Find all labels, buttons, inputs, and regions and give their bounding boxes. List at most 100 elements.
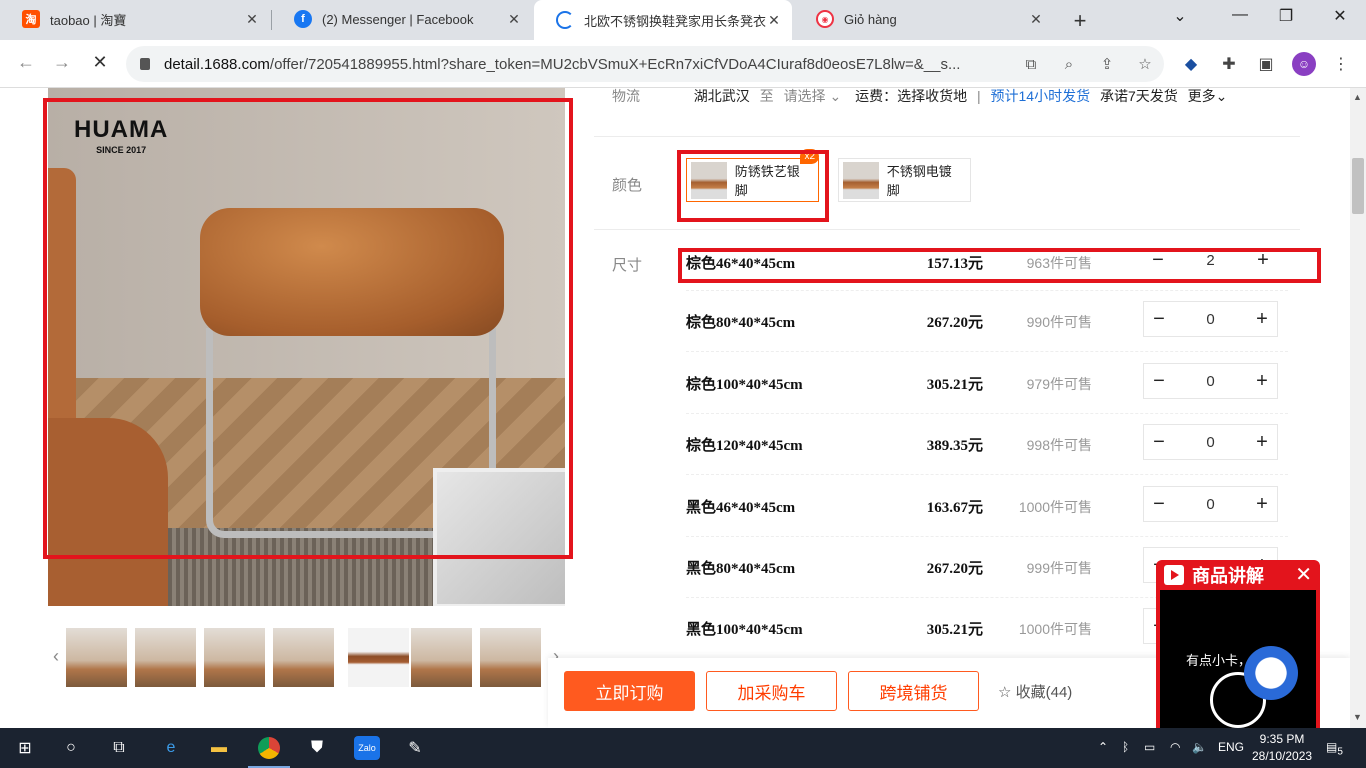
ship-from: 湖北武汉 bbox=[693, 88, 750, 104]
increment-button[interactable]: + bbox=[1248, 249, 1278, 272]
thumbnail[interactable] bbox=[273, 628, 334, 687]
decrement-button[interactable]: − bbox=[1144, 370, 1174, 393]
forward-button[interactable]: → bbox=[50, 52, 74, 73]
language-indicator[interactable]: ENG bbox=[1218, 740, 1244, 754]
lock-icon bbox=[140, 58, 150, 70]
scrollbar-thumb[interactable] bbox=[1352, 158, 1364, 214]
close-icon[interactable]: ✕ bbox=[766, 12, 782, 29]
extension-icon[interactable]: ◆ bbox=[1180, 54, 1202, 74]
windows-start-icon[interactable]: ⊞ bbox=[12, 736, 38, 760]
minimize-button[interactable]: — bbox=[1228, 6, 1252, 24]
new-tab-button[interactable]: + bbox=[1068, 8, 1092, 34]
scroll-up-arrow[interactable]: ▲ bbox=[1353, 92, 1362, 102]
color-option-steel-plated[interactable]: 不锈钢电镀脚 bbox=[838, 158, 971, 202]
sku-price: 305.21元 bbox=[926, 622, 983, 638]
chrome-icon[interactable] bbox=[248, 736, 290, 768]
chrome-logo bbox=[258, 737, 280, 759]
side-panel-icon[interactable]: ▣ bbox=[1255, 54, 1277, 74]
quantity-value[interactable]: 0 bbox=[1174, 434, 1247, 451]
scroll-down-arrow[interactable]: ▼ bbox=[1353, 712, 1362, 722]
volume-icon[interactable]: 🔈 bbox=[1192, 740, 1207, 754]
quantity-value[interactable]: 0 bbox=[1174, 373, 1247, 390]
url-text[interactable]: detail.1688.com/offer/720541889955.html?… bbox=[164, 56, 1012, 73]
close-window-button[interactable]: ✕ bbox=[1328, 6, 1352, 26]
task-view-icon[interactable]: ⧉ bbox=[106, 736, 132, 760]
cross-border-button[interactable]: 跨境铺货 bbox=[848, 671, 979, 711]
translate-icon[interactable]: ⧉ bbox=[1012, 56, 1050, 73]
thumbnail[interactable] bbox=[411, 628, 472, 687]
tab-cart[interactable]: ◉ Giỏ hàng ✕ bbox=[794, 0, 1054, 38]
stop-loading-button[interactable]: ✕ bbox=[88, 52, 112, 73]
edge-icon[interactable]: e bbox=[158, 736, 184, 760]
thumbnail[interactable] bbox=[204, 628, 265, 687]
chevron-down-icon: ⌄ bbox=[829, 88, 842, 104]
product-main-image[interactable]: HUAMA SINCE 2017 bbox=[48, 88, 565, 606]
maximize-button[interactable]: ❐ bbox=[1274, 6, 1298, 26]
bookmark-star-icon[interactable]: ☆ bbox=[1126, 55, 1164, 73]
bluetooth-icon[interactable]: ᛒ bbox=[1122, 740, 1129, 754]
search-circle-icon[interactable]: ○ bbox=[58, 736, 84, 760]
size-label: 尺寸 bbox=[612, 257, 643, 274]
menu-kebab-icon[interactable]: ⋮ bbox=[1330, 54, 1352, 74]
close-icon[interactable]: ✕ bbox=[244, 11, 260, 28]
sku-name: 黑色46*40*45cm bbox=[686, 500, 796, 516]
page-scrollbar[interactable]: ▲ ▼ bbox=[1350, 88, 1366, 728]
color-option-silver-iron[interactable]: 防锈铁艺银脚 x2 bbox=[686, 149, 819, 202]
file-explorer-icon[interactable]: ▬ bbox=[206, 736, 232, 760]
address-bar[interactable]: detail.1688.com/offer/720541889955.html?… bbox=[126, 46, 1164, 82]
thumbnail[interactable] bbox=[480, 628, 541, 687]
thumbnail[interactable] bbox=[66, 628, 127, 687]
paint-icon[interactable]: ✎ bbox=[402, 736, 428, 760]
zoom-icon[interactable]: ⌕ bbox=[1050, 56, 1088, 73]
color-option-label: 不锈钢电镀脚 bbox=[886, 164, 952, 198]
increment-button[interactable]: + bbox=[1247, 308, 1277, 331]
quantity-stepper: − 0 + bbox=[1143, 301, 1278, 337]
wifi-icon[interactable]: ◠ bbox=[1170, 740, 1180, 754]
close-icon[interactable]: ✕ bbox=[1028, 11, 1044, 28]
share-icon[interactable]: ⇪ bbox=[1088, 55, 1126, 73]
close-icon[interactable]: ✕ bbox=[506, 11, 522, 28]
puzzle-extensions-icon[interactable]: ✚ bbox=[1218, 54, 1240, 74]
thumbnail[interactable] bbox=[135, 628, 196, 687]
buy-now-button[interactable]: 立即订购 bbox=[564, 671, 695, 711]
product-video-popup[interactable]: 商品讲解 ✕ 有点小卡， bbox=[1156, 560, 1320, 728]
sku-name: 棕色120*40*45cm bbox=[686, 438, 803, 454]
increment-button[interactable]: + bbox=[1247, 370, 1277, 393]
chevron-left-icon[interactable]: ‹ bbox=[48, 646, 64, 667]
tab-taobao[interactable]: 淘 taobao | 淘寶 ✕ bbox=[0, 0, 270, 38]
quantity-stepper: − 0 + bbox=[1143, 363, 1278, 399]
store-icon[interactable]: ⛊ bbox=[304, 736, 330, 760]
chevron-up-icon[interactable]: ⌃ bbox=[1098, 740, 1108, 754]
decrement-button[interactable]: − bbox=[1144, 493, 1174, 516]
increment-button[interactable]: + bbox=[1247, 431, 1277, 454]
ship-to-select[interactable]: 请选择 ⌄ bbox=[784, 88, 842, 104]
decrement-button[interactable]: − bbox=[1144, 308, 1174, 331]
tab-1688-product[interactable]: 北欧不锈钢换鞋凳家用长条凳衣 ✕ bbox=[534, 0, 792, 40]
profile-avatar[interactable]: ☺ bbox=[1292, 52, 1316, 76]
zalo-icon[interactable]: Zalo bbox=[354, 736, 380, 760]
favorite-button[interactable]: ☆ 收藏(44) bbox=[998, 681, 1072, 702]
notifications-count: 5 bbox=[1337, 746, 1343, 758]
video-area[interactable]: 有点小卡， bbox=[1160, 590, 1316, 728]
quantity-value[interactable]: 0 bbox=[1174, 311, 1247, 328]
decrement-button[interactable]: − bbox=[1143, 249, 1173, 272]
sku-price: 157.13元 bbox=[926, 256, 983, 272]
shipping-fee[interactable]: 运费：选择收货地 bbox=[855, 88, 967, 104]
tab-messenger[interactable]: f (2) Messenger | Facebook ✕ bbox=[272, 0, 532, 38]
decrement-button[interactable]: − bbox=[1144, 431, 1174, 454]
battery-icon[interactable]: ▭ bbox=[1144, 740, 1155, 754]
close-icon[interactable]: ✕ bbox=[1295, 562, 1312, 587]
sku-price: 267.20元 bbox=[926, 561, 983, 577]
add-to-cart-button[interactable]: 加采购车 bbox=[706, 671, 837, 711]
color-swatch bbox=[843, 161, 879, 199]
increment-button[interactable]: + bbox=[1247, 493, 1277, 516]
tab-search-icon[interactable]: ⌄ bbox=[1168, 6, 1192, 26]
thumbnail[interactable] bbox=[348, 628, 409, 687]
more-link[interactable]: 更多⌄ bbox=[1188, 88, 1228, 104]
quantity-value[interactable]: 0 bbox=[1174, 496, 1247, 513]
notifications-icon[interactable]: ▤5 bbox=[1326, 740, 1343, 757]
system-clock[interactable]: 9:35 PM 28/10/2023 bbox=[1252, 731, 1312, 765]
back-button[interactable]: ← bbox=[14, 52, 38, 73]
quantity-stepper: − 0 + bbox=[1143, 486, 1278, 522]
quantity-value[interactable]: 2 bbox=[1173, 252, 1248, 269]
